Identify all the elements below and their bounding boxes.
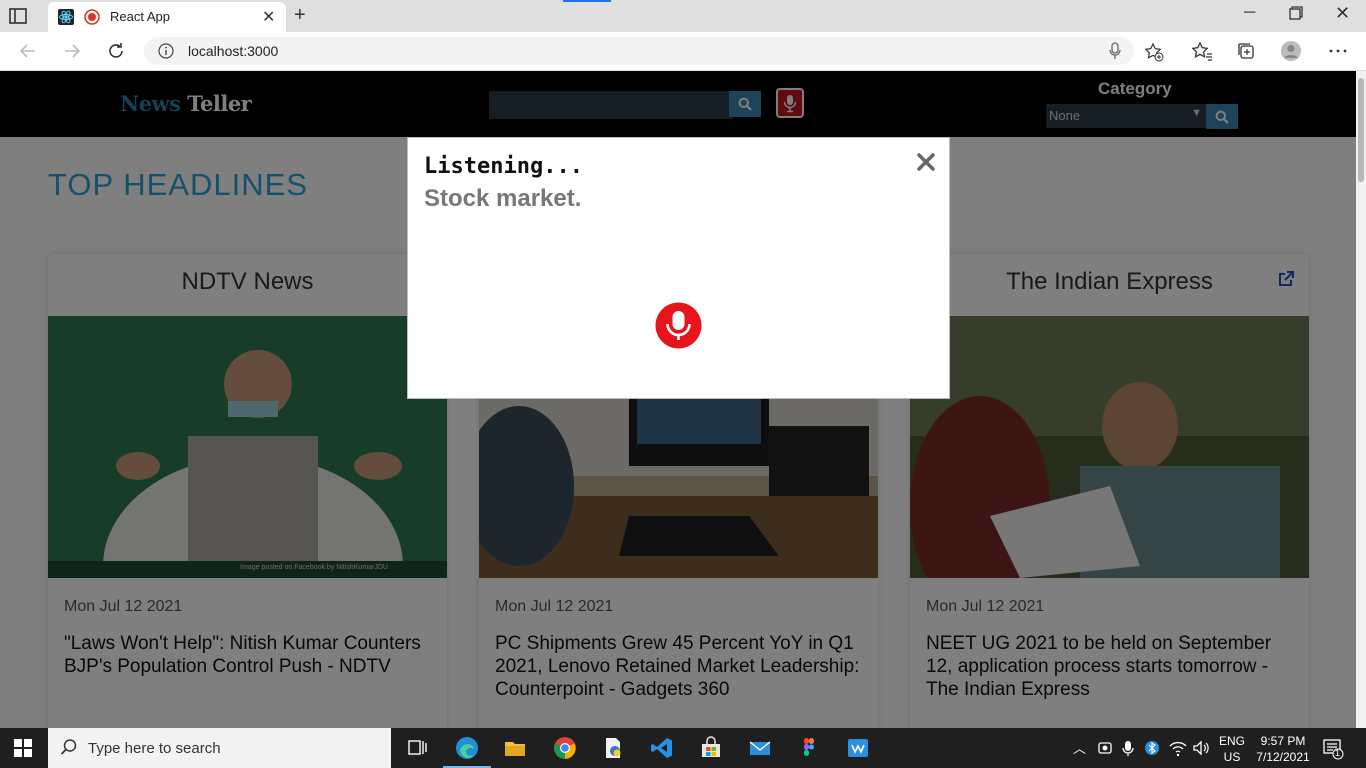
webcam-icon[interactable] <box>1096 736 1114 760</box>
tab-close-icon[interactable]: ✕ <box>262 7 275 27</box>
site-info-icon[interactable] <box>158 43 174 59</box>
store-icon[interactable] <box>699 736 723 760</box>
react-favicon-icon <box>58 9 74 25</box>
refresh-icon[interactable] <box>105 40 127 62</box>
browser-tab[interactable]: React App ✕ <box>48 2 286 32</box>
scrollbar-thumb[interactable] <box>1358 78 1364 182</box>
restore-icon[interactable] <box>1289 6 1303 20</box>
forward-icon[interactable] <box>61 40 83 62</box>
edge-browser-icon[interactable] <box>455 736 479 760</box>
microphone-in-use-icon[interactable] <box>1120 736 1136 760</box>
notifications-icon[interactable] <box>1322 736 1344 760</box>
close-icon[interactable] <box>914 150 938 174</box>
profile-avatar[interactable] <box>1280 40 1302 62</box>
favorites-icon[interactable] <box>1191 40 1213 62</box>
new-tab-icon[interactable]: + <box>294 4 306 27</box>
file-explorer-icon[interactable] <box>503 736 527 760</box>
taskbar-search-box[interactable]: Type here to search <box>48 728 391 768</box>
voice-listening-modal: Listening... Stock market. <box>407 137 950 399</box>
tab-actions-icon[interactable] <box>8 6 28 26</box>
listening-status: Listening... <box>424 154 583 179</box>
wifi-icon[interactable] <box>1168 736 1188 760</box>
python-file-icon[interactable] <box>601 736 625 760</box>
notification-count: 1 <box>1335 748 1341 758</box>
window-close-icon[interactable]: ✕ <box>1335 3 1350 24</box>
windows-taskbar: Type here to search ︿ ENG US 9:57 PM 7/12/… <box>0 728 1366 768</box>
recording-icon <box>84 9 100 25</box>
add-favorite-icon[interactable] <box>1144 42 1164 62</box>
language-indicator[interactable]: ENG US <box>1219 733 1245 765</box>
task-view-icon[interactable] <box>405 736 429 760</box>
taskbar-search-placeholder: Type here to search <box>88 740 221 757</box>
minimize-icon[interactable]: ─ <box>1244 4 1255 22</box>
url-text: localhost:3000 <box>188 43 279 59</box>
browser-tab-strip: React App ✕ + ─ ✕ <box>0 0 1366 32</box>
collections-icon[interactable] <box>1235 40 1257 62</box>
windows-start-icon[interactable] <box>14 739 32 757</box>
loading-indicator <box>563 0 611 2</box>
clock-date: 7/12/2021 <box>1256 750 1310 764</box>
chevron-up-icon[interactable]: ︿ <box>1073 738 1086 757</box>
voice-transcript: Stock market. <box>424 185 582 212</box>
search-icon <box>60 739 77 755</box>
browser-toolbar: localhost:3000 <box>0 32 1366 71</box>
chrome-icon[interactable] <box>553 736 577 760</box>
address-bar[interactable]: localhost:3000 <box>144 37 1164 65</box>
back-icon[interactable] <box>17 40 39 62</box>
language-code: ENG <box>1219 734 1246 748</box>
voice-search-icon[interactable] <box>1108 42 1122 60</box>
bluetooth-icon[interactable] <box>1144 736 1160 760</box>
tab-title: React App <box>110 9 170 24</box>
taskbar-clock[interactable]: 9:57 PM 7/12/2021 <box>1256 733 1310 765</box>
region-code: US <box>1223 750 1241 764</box>
figma-icon[interactable] <box>797 736 821 760</box>
volume-icon[interactable] <box>1191 736 1211 760</box>
web-page: News Teller Category None▼ TOP HEADLINES… <box>0 71 1356 728</box>
whiteboard-icon[interactable] <box>846 736 870 760</box>
more-menu-icon[interactable] <box>1327 40 1349 62</box>
clock-time: 9:57 PM <box>1260 734 1306 748</box>
vscode-icon[interactable] <box>650 736 674 760</box>
mail-icon[interactable] <box>748 736 772 760</box>
microphone-icon[interactable] <box>655 302 702 349</box>
